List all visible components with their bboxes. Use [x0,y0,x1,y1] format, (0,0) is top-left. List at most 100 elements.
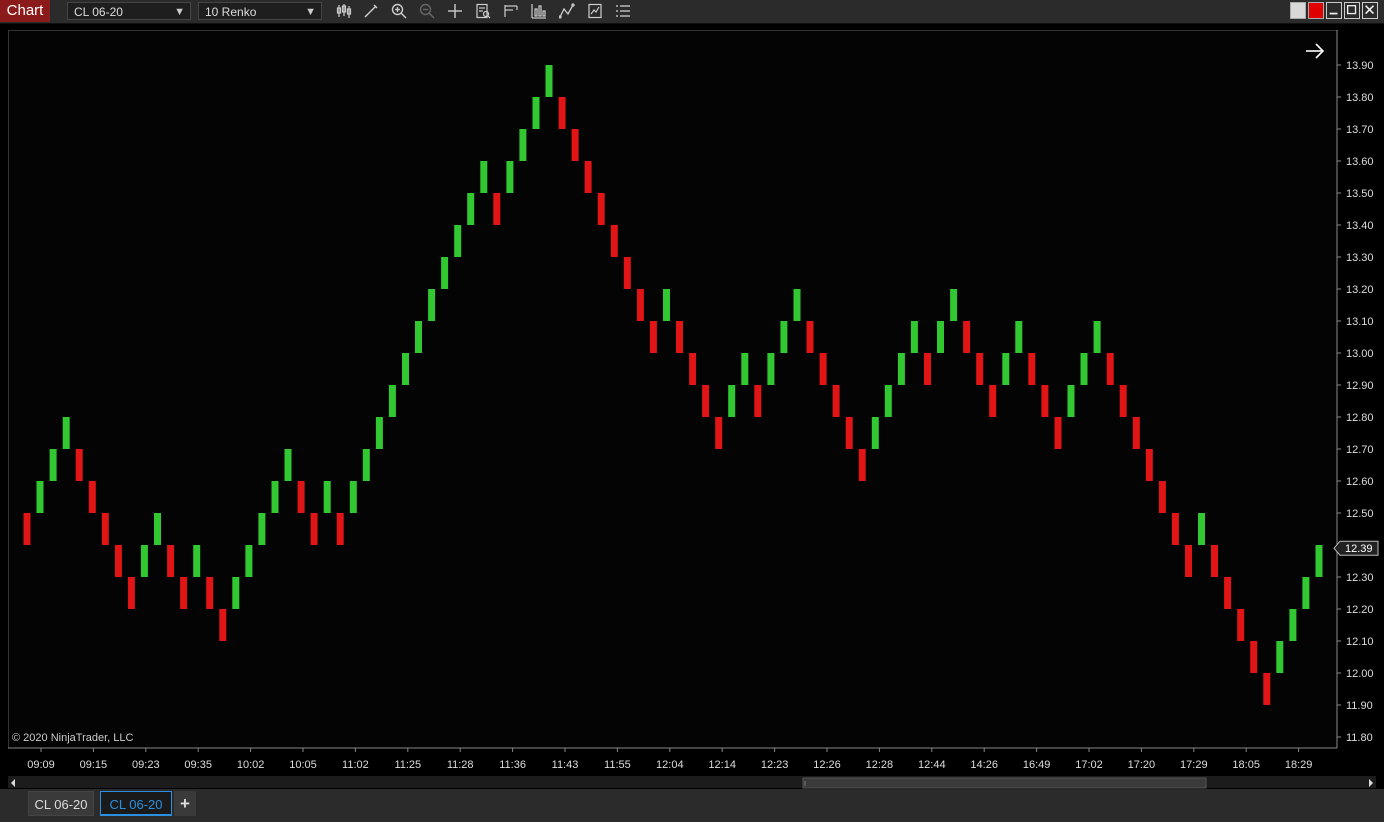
renko-brick [219,609,227,641]
y-tick-label: 13.20 [1346,284,1374,296]
renko-brick [428,289,436,321]
x-tick-label: 10:02 [237,759,265,771]
renko-brick [649,321,657,353]
renko-brick [1093,321,1101,353]
renko-brick [1041,385,1049,417]
x-tick-label: 17:29 [1180,759,1208,771]
tab-bar: CL 06-20 CL 06-20 + [0,789,1384,822]
renko-brick [1132,417,1140,449]
renko-brick [1315,545,1323,577]
scroll-right-arrow-icon[interactable] [1306,43,1325,59]
add-tab-button[interactable]: + [174,791,196,816]
renko-brick [1302,577,1310,609]
renko-brick [519,129,527,161]
renko-brick [532,97,540,129]
renko-brick [1237,609,1245,641]
renko-brick [884,385,892,417]
x-tick-label: 12:44 [918,759,946,771]
renko-brick [1119,385,1127,417]
renko-brick [284,449,292,481]
renko-brick [1067,385,1075,417]
renko-brick [728,385,736,417]
renko-brick [1002,353,1010,385]
renko-brick [167,545,175,577]
x-tick-label: 12:28 [866,759,894,771]
renko-brick [506,161,514,193]
renko-brick [1198,513,1205,545]
renko-brick [127,577,135,609]
renko-brick [545,65,553,97]
tab-cl-06-20-2[interactable]: CL 06-20 [100,791,172,816]
y-tick-label: 11.80 [1346,732,1373,744]
renko-brick [767,353,775,385]
renko-brick [258,513,266,545]
y-tick-label: 12.00 [1346,668,1374,680]
renko-brick [793,289,801,321]
x-tick-label: 09:15 [80,759,108,771]
renko-brick [1015,321,1023,353]
x-tick-label: 16:49 [1023,759,1051,771]
y-tick-label: 12.90 [1346,380,1374,392]
renko-brick [336,513,344,545]
copyright-text: © 2020 NinjaTrader, LLC [12,732,133,744]
y-tick-label: 13.00 [1346,348,1374,360]
renko-brick [349,481,357,513]
y-tick-label: 12.80 [1346,412,1374,424]
renko-brick [114,545,122,577]
renko-brick [467,193,475,225]
renko-brick [610,225,618,257]
x-tick-label: 11:02 [342,759,369,771]
renko-brick [62,417,70,449]
scroll-thumb[interactable] [802,777,1207,789]
renko-brick [140,545,148,577]
renko-brick [23,513,31,545]
renko-brick [871,417,879,449]
renko-brick [754,385,762,417]
x-tick-label: 09:09 [27,759,55,771]
renko-chart[interactable]: 11.8011.9012.0012.1012.2012.3012.4012.50… [0,0,1384,776]
y-tick-label: 12.10 [1346,636,1374,648]
tab-label: CL 06-20 [109,797,163,812]
y-tick-label: 13.40 [1346,220,1374,232]
y-tick-label: 13.80 [1346,92,1374,104]
x-tick-label: 14:26 [970,759,998,771]
x-tick-label: 17:02 [1075,759,1103,771]
bricks-layer [23,65,1323,705]
y-tick-label: 12.70 [1346,444,1374,456]
renko-brick [858,449,866,481]
renko-brick [780,321,788,353]
renko-brick [1185,545,1192,577]
y-tick-label: 12.60 [1346,476,1374,488]
renko-brick [1211,545,1218,577]
x-tick-label: 17:20 [1128,759,1156,771]
renko-brick [415,321,422,353]
renko-brick [441,257,449,289]
renko-brick [976,353,984,385]
renko-brick [154,513,161,545]
y-tick-label: 12.50 [1346,508,1374,520]
renko-brick [897,353,905,385]
renko-brick [571,129,579,161]
tab-cl-06-20-1[interactable]: CL 06-20 [28,791,94,816]
renko-brick [75,449,83,481]
tab-label: CL 06-20 [34,797,88,812]
renko-brick [741,353,749,385]
renko-brick [493,193,501,225]
renko-brick [689,353,697,385]
renko-brick [636,289,644,321]
renko-brick [937,321,944,353]
scroll-left-icon[interactable] [11,779,15,787]
x-tick-label: 12:04 [656,759,684,771]
renko-brick [989,385,997,417]
x-tick-label: 11:55 [604,759,631,771]
y-tick-label: 11.90 [1346,700,1373,712]
renko-brick [924,353,931,385]
last-price-marker: 12.39 [1333,540,1379,556]
horizontal-scrollbar[interactable] [8,776,1376,789]
x-tick-label: 10:05 [289,759,317,771]
renko-brick [1171,513,1179,545]
renko-brick [297,481,305,513]
renko-brick [310,513,318,545]
scroll-right-icon[interactable] [1369,779,1373,787]
renko-brick [819,353,827,385]
